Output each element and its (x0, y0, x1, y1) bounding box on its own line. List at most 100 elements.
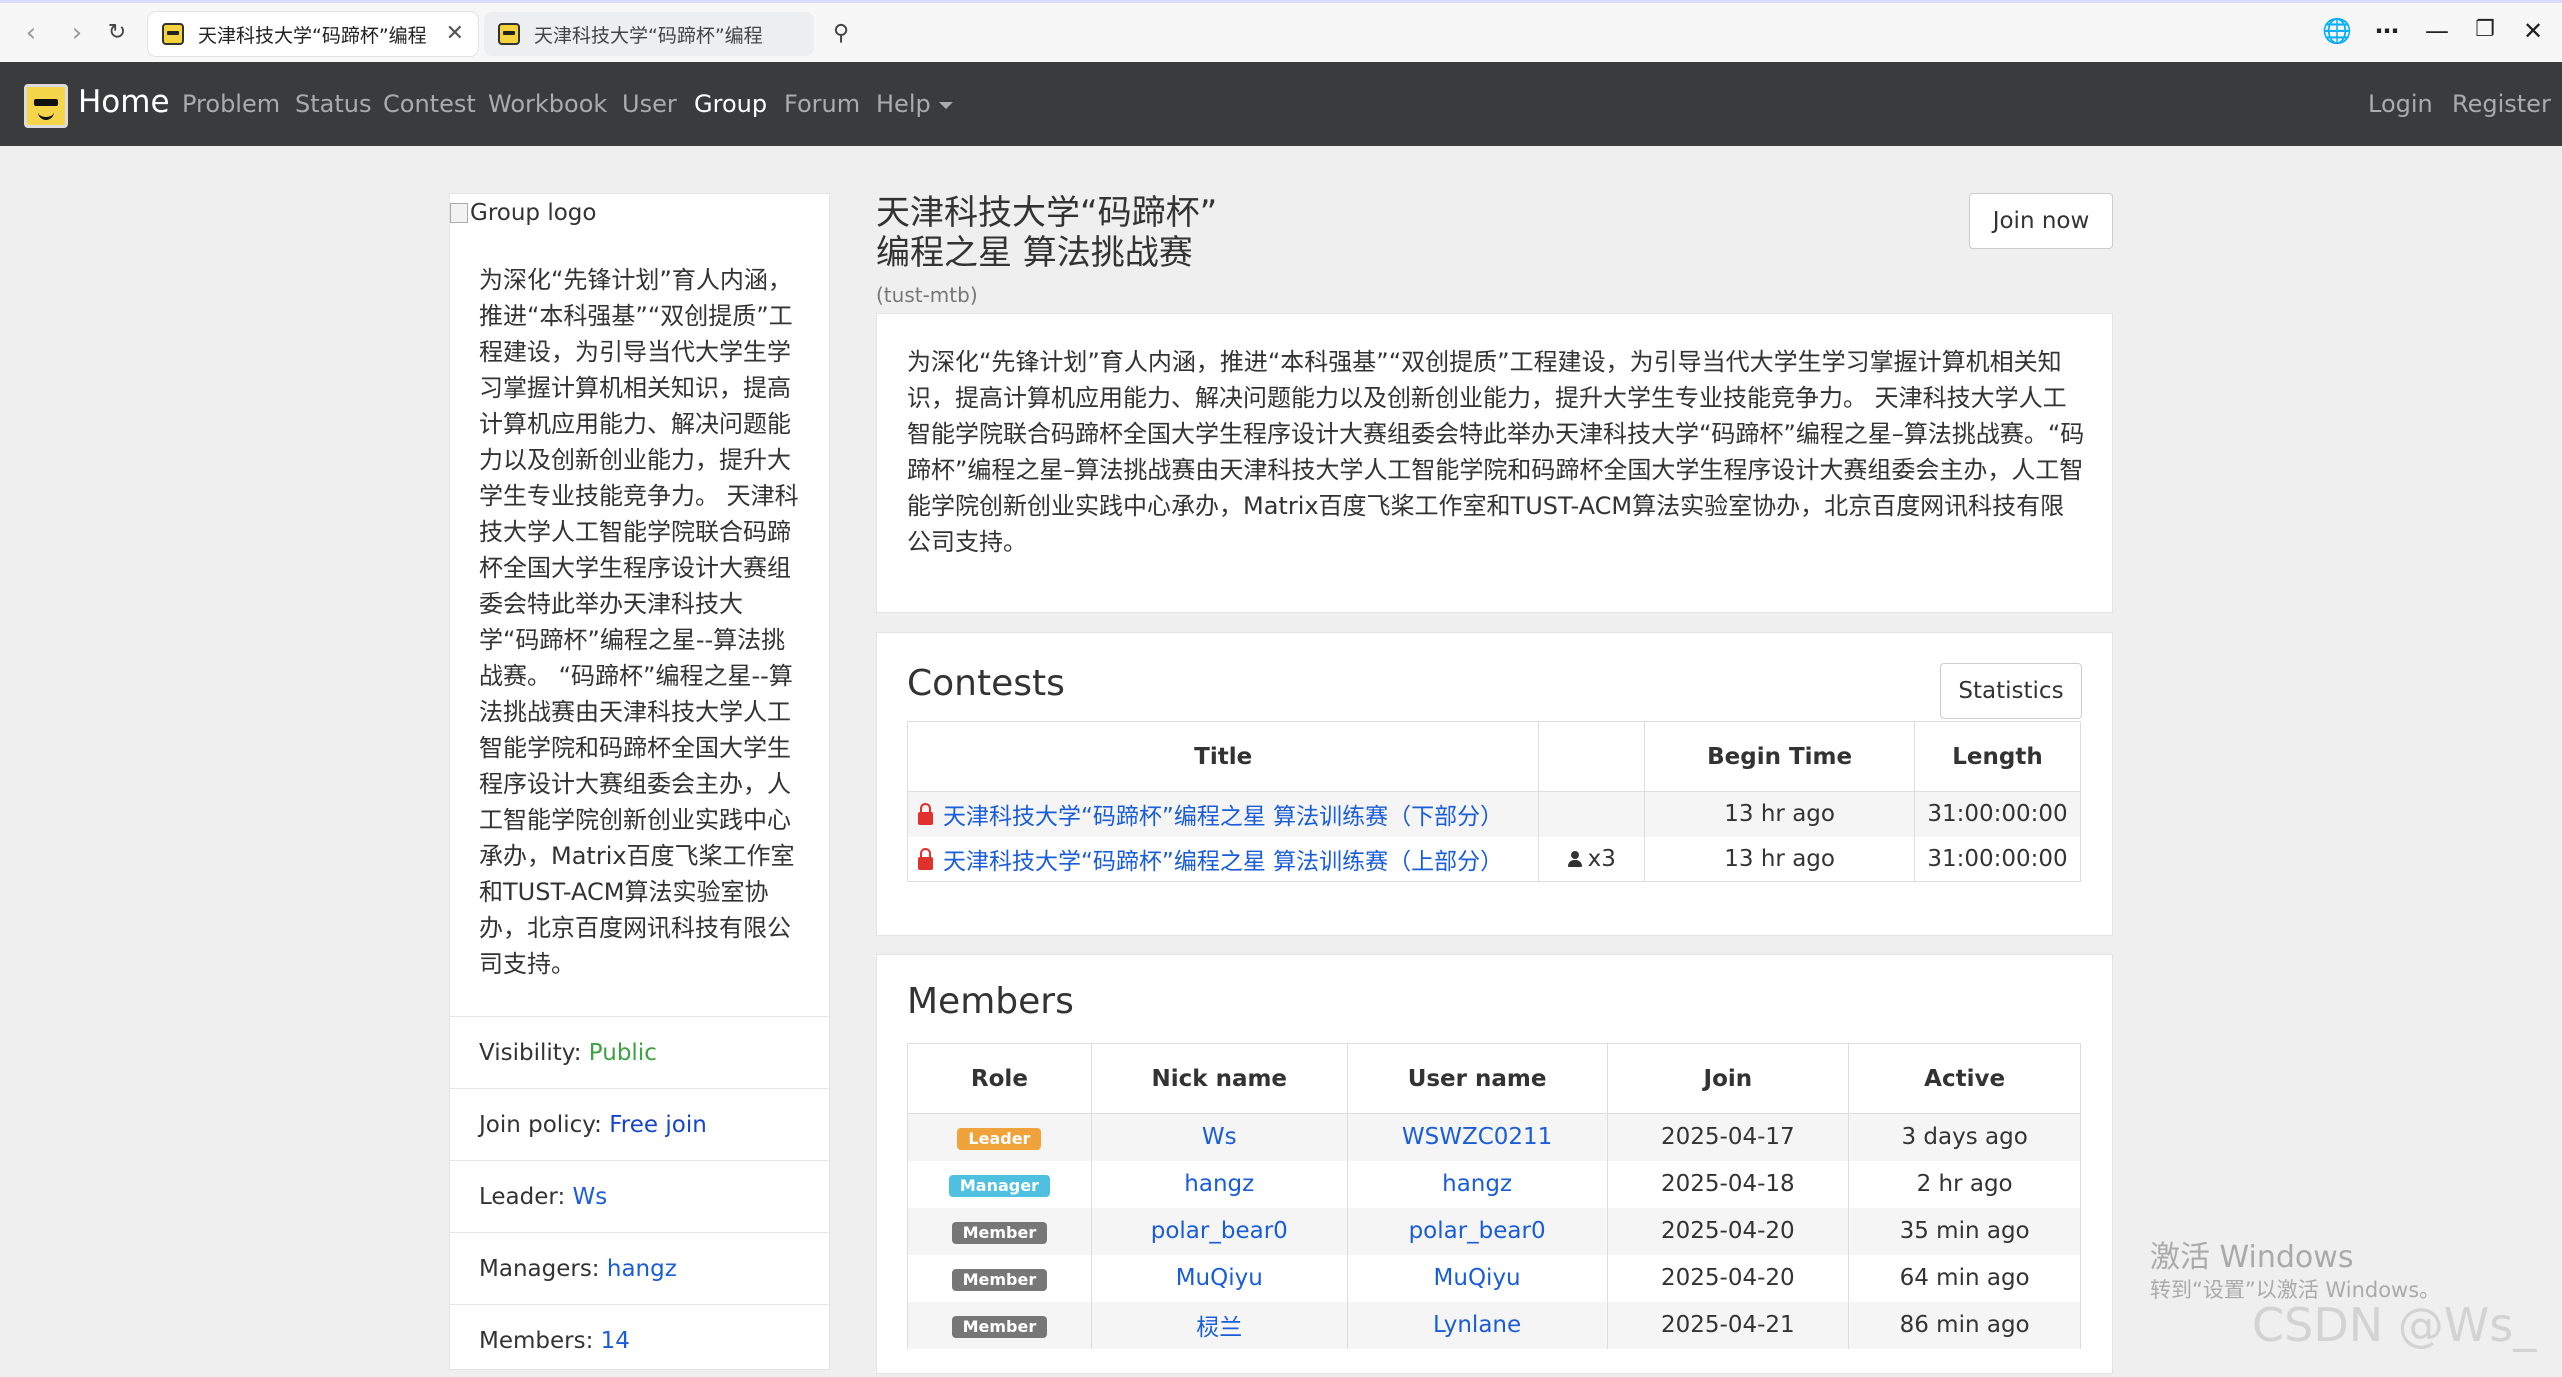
column-header: Join (1606, 1043, 1850, 1114)
table-row: Member 棂兰 Lynlane 2025-04-21 86 min ago (907, 1301, 2081, 1349)
group-logo: Group logo (450, 200, 596, 226)
browser-tab-inactive[interactable]: 天津科技大学“码蹄杯”编程之星 算法挑战赛 - Vjudge (484, 12, 814, 56)
close-icon[interactable]: ✕ (2516, 17, 2550, 45)
nick-cell: MuQiyu (1090, 1254, 1348, 1302)
table-row: Member polar_bear0 polar_bear0 2025-04-2… (907, 1207, 2081, 1255)
nick-link[interactable]: polar_bear0 (1151, 1218, 1288, 1244)
join-date-cell: 2025-04-18 (1606, 1160, 1850, 1208)
lock-icon (918, 803, 933, 826)
nick-cell: hangz (1090, 1160, 1348, 1208)
nav-help-label: Help (876, 90, 931, 118)
nav-group[interactable]: Group (694, 90, 767, 118)
role-badge: Leader (957, 1128, 1042, 1151)
username-link[interactable]: polar_bear0 (1409, 1218, 1546, 1244)
nav-status[interactable]: Status (295, 90, 371, 118)
group-sidebar: Group logo 为深化“先锋计划”育人内涵，推进“本科强基”“双创提质”工… (449, 193, 831, 1370)
nick-link[interactable]: 棂兰 (1196, 1315, 1242, 1341)
contest-link[interactable]: 天津科技大学“码蹄杯”编程之星 算法训练赛（上部分） (943, 849, 1503, 875)
chevron-down-icon (938, 101, 953, 109)
join-date-cell: 2025-04-20 (1606, 1254, 1850, 1302)
column-header: Nick name (1090, 1043, 1348, 1114)
nav-home[interactable]: Home (78, 84, 170, 120)
active-cell: 35 min ago (1848, 1207, 2081, 1255)
tab-close-icon[interactable]: ✕ (446, 21, 464, 46)
nick-cell: 棂兰 (1090, 1301, 1348, 1349)
managers-label: Managers: (479, 1256, 600, 1282)
active-cell: 86 min ago (1848, 1301, 2081, 1349)
group-description: 为深化“先锋计划”育人内涵，推进“本科强基”“双创提质”工程建设，为引导当代大学… (907, 348, 2085, 556)
participants-count: x3 (1587, 845, 1616, 872)
table-row: 天津科技大学“码蹄杯”编程之星 算法训练赛（下部分） 13 hr ago 31:… (906, 791, 2081, 837)
column-header (1538, 721, 1646, 792)
role-badge: Member (951, 1222, 1048, 1244)
minimize-icon[interactable]: — (2420, 17, 2454, 45)
reload-icon[interactable]: ↻ (102, 18, 132, 48)
username-cell: polar_bear0 (1346, 1207, 1608, 1255)
visibility-row: Visibility: Public (450, 1016, 831, 1088)
restore-icon[interactable]: ❐ (2468, 17, 2502, 42)
column-header: Length (1914, 721, 2081, 792)
csdn-watermark: CSDN @Ws_ (2252, 1298, 2537, 1352)
login-link[interactable]: Login (2368, 90, 2433, 118)
table-row: Leader Ws WSWZC0211 2025-04-17 3 days ag… (907, 1113, 2081, 1161)
join-policy-label: Join policy: (479, 1112, 602, 1138)
username-link[interactable]: hangz (1442, 1171, 1512, 1197)
browser-toolbar: ‹ › ↻ 天津科技大学“码蹄杯”编程之星 算法挑战赛 - Vjudge ✕ 天… (0, 0, 2562, 62)
visibility-value: Public (588, 1040, 657, 1066)
username-link[interactable]: MuQiyu (1434, 1265, 1521, 1291)
role-badge: Manager (948, 1175, 1050, 1197)
tab-title: 天津科技大学“码蹄杯”编程之星 算法挑战赛 - Vjudge (198, 24, 428, 47)
nick-link[interactable]: hangz (1184, 1171, 1254, 1197)
username-link[interactable]: WSWZC0211 (1402, 1124, 1552, 1150)
nav-contest[interactable]: Contest (383, 90, 476, 118)
nick-link[interactable]: MuQiyu (1176, 1265, 1263, 1291)
nav-help[interactable]: Help (876, 90, 953, 118)
nick-cell: Ws (1090, 1113, 1348, 1161)
role-cell: Manager (907, 1160, 1092, 1208)
broken-image-icon (450, 203, 468, 223)
contests-table: Title Begin Time Length 天津科技大学“码蹄杯”编程之星 … (906, 721, 2081, 882)
contests-heading: Contests (907, 663, 1065, 704)
nav-forum[interactable]: Forum (784, 90, 860, 118)
nav-workbook[interactable]: Workbook (488, 90, 607, 118)
browser-tab-active[interactable]: 天津科技大学“码蹄杯”编程之星 算法挑战赛 - Vjudge ✕ (148, 12, 478, 56)
contests-card: Contests Statistics Title Begin Time Len… (876, 632, 2113, 936)
group-logo-alt: Group logo (470, 200, 597, 226)
search-tabs-icon[interactable]: ⚲ (822, 17, 860, 51)
column-header: Begin Time (1644, 721, 1915, 792)
table-row: Member MuQiyu MuQiyu 2025-04-20 64 min a… (907, 1254, 2081, 1302)
globe-icon[interactable]: 🌐 (2320, 17, 2354, 45)
contest-title-cell: 天津科技大学“码蹄杯”编程之星 算法训练赛（下部分） (906, 791, 1540, 837)
nav-problem[interactable]: Problem (182, 90, 280, 118)
user-icon (1567, 850, 1582, 867)
role-cell: Leader (907, 1113, 1092, 1161)
username-link[interactable]: Lynlane (1433, 1312, 1521, 1338)
username-cell: Lynlane (1346, 1301, 1608, 1349)
members-row: Members: 14 (450, 1304, 831, 1376)
active-cell: 64 min ago (1848, 1254, 2081, 1302)
join-policy-row: Join policy: Free join (450, 1088, 831, 1160)
join-policy-value: Free join (609, 1112, 707, 1138)
members-card: Members Role Nick name User name Join Ac… (876, 954, 2113, 1374)
username-cell: hangz (1346, 1160, 1608, 1208)
contest-link[interactable]: 天津科技大学“码蹄杯”编程之星 算法训练赛（下部分） (943, 804, 1503, 830)
manager-link[interactable]: hangz (607, 1256, 677, 1282)
nick-cell: polar_bear0 (1090, 1207, 1348, 1255)
username-cell: WSWZC0211 (1346, 1113, 1608, 1161)
members-count-link[interactable]: 14 (601, 1328, 630, 1354)
nick-link[interactable]: Ws (1202, 1124, 1237, 1150)
participants-cell (1538, 791, 1646, 837)
back-icon[interactable]: ‹ (16, 18, 46, 48)
leader-link[interactable]: Ws (573, 1184, 608, 1210)
length-cell: 31:00:00:00 (1914, 791, 2081, 837)
site-logo-icon[interactable] (24, 84, 68, 128)
statistics-button[interactable]: Statistics (1940, 663, 2082, 719)
forward-icon[interactable]: › (62, 18, 92, 48)
nav-user[interactable]: User (622, 90, 677, 118)
more-icon[interactable]: ⋯ (2370, 17, 2404, 45)
participants-cell: x3 (1538, 836, 1646, 882)
register-link[interactable]: Register (2452, 90, 2551, 118)
tab-title: 天津科技大学“码蹄杯”编程之星 算法挑战赛 - Vjudge (534, 24, 764, 47)
table-row: Manager hangz hangz 2025-04-18 2 hr ago (907, 1160, 2081, 1208)
join-now-button[interactable]: Join now (1969, 193, 2113, 249)
